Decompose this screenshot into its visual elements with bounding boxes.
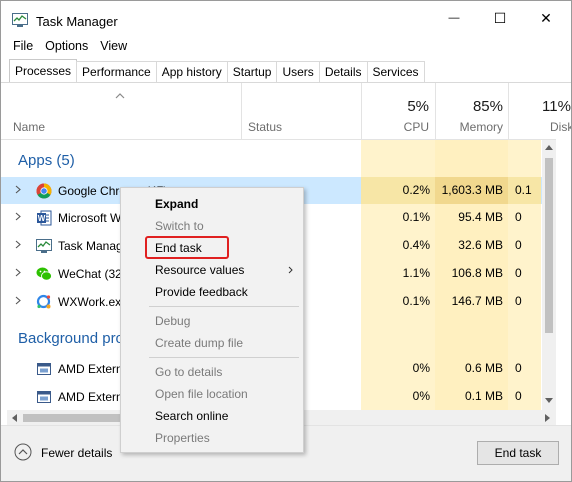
process-disk: 0 MB/s — [515, 266, 522, 280]
menu-item-create-dump-file: Create dump file — [155, 336, 244, 350]
disk-total[interactable]: 11% — [542, 98, 571, 115]
process-memory: 106.8 MB — [451, 266, 503, 280]
menu-bar: File Options View — [1, 37, 133, 57]
chevron-right-icon[interactable] — [15, 185, 21, 194]
service-icon — [37, 363, 51, 375]
minimize-button[interactable]: — — [431, 1, 477, 35]
process-memory: 0.1 MB — [464, 389, 503, 403]
title-bar[interactable]: Task Manager — ☐ ✕ — [1, 1, 571, 35]
svg-text:W: W — [38, 214, 46, 223]
cpu-total[interactable]: 5% — [361, 98, 429, 115]
process-cpu: 0% — [412, 389, 430, 403]
close-icon: ✕ — [540, 9, 552, 26]
column-cpu[interactable]: CPU — [361, 120, 429, 134]
wxwork-icon — [36, 294, 51, 309]
maximize-button[interactable]: ☐ — [477, 1, 523, 35]
process-memory: 146.7 MB — [451, 294, 503, 308]
tab-startup[interactable]: Startup — [226, 61, 278, 82]
memory-total[interactable]: 85% — [435, 98, 503, 115]
service-icon — [37, 391, 51, 403]
process-cpu: 0.2% — [361, 177, 435, 204]
minimize-icon: — — [448, 12, 460, 24]
column-memory[interactable]: Memory — [435, 120, 503, 134]
task-manager-app-icon — [12, 13, 28, 27]
process-memory: 0.6 MB — [464, 361, 503, 375]
menu-item-debug: Debug — [155, 314, 191, 328]
fewer-details-link[interactable]: Fewer details — [41, 446, 112, 460]
menu-separator — [149, 357, 299, 358]
tab-performance[interactable]: Performance — [76, 61, 157, 82]
column-disk[interactable]: Disk — [550, 120, 571, 134]
close-button[interactable]: ✕ — [523, 1, 569, 35]
process-disk: 0 MB/s — [515, 210, 522, 224]
tab-users[interactable]: Users — [276, 61, 320, 82]
menu-item-properties: Properties — [155, 431, 210, 445]
process-cpu: 1.1% — [402, 266, 430, 280]
menu-item-expand[interactable]: Expand — [155, 197, 198, 211]
process-memory: 32.6 MB — [458, 238, 503, 252]
context-menu: Expand Switch to End task Resource value… — [120, 187, 304, 453]
menu-item-resource-values[interactable]: Resource values — [155, 263, 244, 277]
group-apps-title: Apps (5) — [18, 152, 75, 169]
menu-view[interactable]: View — [94, 37, 133, 57]
fewer-details-icon[interactable] — [14, 443, 32, 461]
process-disk: 0 MB/s — [515, 389, 522, 403]
process-disk: 0 MB/s — [515, 238, 522, 252]
end-task-button[interactable]: End task — [477, 441, 559, 465]
scroll-left-icon[interactable] — [11, 414, 17, 422]
chevron-right-icon[interactable] — [15, 268, 21, 277]
process-disk: 0 MB/s — [515, 294, 522, 308]
menu-item-provide-feedback[interactable]: Provide feedback — [155, 285, 248, 299]
tab-details[interactable]: Details — [318, 61, 368, 82]
horizontal-scroll-thumb[interactable] — [23, 414, 123, 422]
tab-strip: Processes Performance App history Startu… — [9, 59, 425, 83]
submenu-arrow-icon — [288, 266, 293, 274]
process-disk: 0.1 MB/s — [508, 177, 541, 204]
chevron-right-icon[interactable] — [15, 212, 21, 221]
menu-options[interactable]: Options — [39, 37, 94, 57]
vertical-scroll-thumb[interactable] — [545, 158, 553, 333]
task-manager-icon — [36, 239, 52, 253]
column-divider — [508, 83, 509, 140]
scroll-right-icon[interactable] — [545, 414, 551, 422]
process-disk: 0 MB/s — [515, 361, 522, 375]
column-divider — [241, 83, 242, 140]
menu-item-go-to-details: Go to details — [155, 365, 223, 379]
process-cpu: 0.4% — [402, 238, 430, 252]
menu-item-search-online[interactable]: Search online — [155, 409, 228, 423]
menu-item-open-file-location: Open file location — [155, 387, 248, 401]
scroll-up-icon[interactable] — [545, 144, 553, 150]
wechat-icon — [36, 267, 52, 281]
process-cpu: 0.1% — [402, 210, 430, 224]
vertical-scrollbar[interactable] — [542, 140, 556, 410]
tab-processes[interactable]: Processes — [9, 59, 78, 82]
menu-item-switch-to: Switch to — [155, 219, 204, 233]
menu-file[interactable]: File — [1, 37, 39, 57]
chevron-right-icon[interactable] — [15, 240, 21, 249]
column-status[interactable]: Status — [248, 120, 282, 134]
tab-app-history[interactable]: App history — [155, 61, 228, 82]
window-title: Task Manager — [36, 14, 118, 29]
process-memory: 1,603.3 MB — [435, 177, 508, 204]
menu-separator — [149, 306, 299, 307]
task-manager-window: Task Manager — ☐ ✕ File Options View Pro… — [0, 0, 572, 482]
process-cpu: 0% — [412, 361, 430, 375]
scroll-down-icon[interactable] — [545, 398, 553, 404]
tab-services[interactable]: Services — [366, 61, 425, 82]
column-name[interactable]: Name — [13, 120, 45, 134]
sort-up-icon — [115, 93, 125, 99]
end-task-highlight — [145, 236, 229, 259]
process-name: WXWork.exe — [58, 295, 128, 309]
process-cpu: 0.1% — [402, 294, 430, 308]
word-icon: W — [37, 210, 52, 226]
maximize-icon: ☐ — [493, 9, 507, 26]
process-memory: 95.4 MB — [458, 210, 503, 224]
chrome-icon — [36, 183, 52, 199]
chevron-right-icon[interactable] — [15, 296, 21, 305]
